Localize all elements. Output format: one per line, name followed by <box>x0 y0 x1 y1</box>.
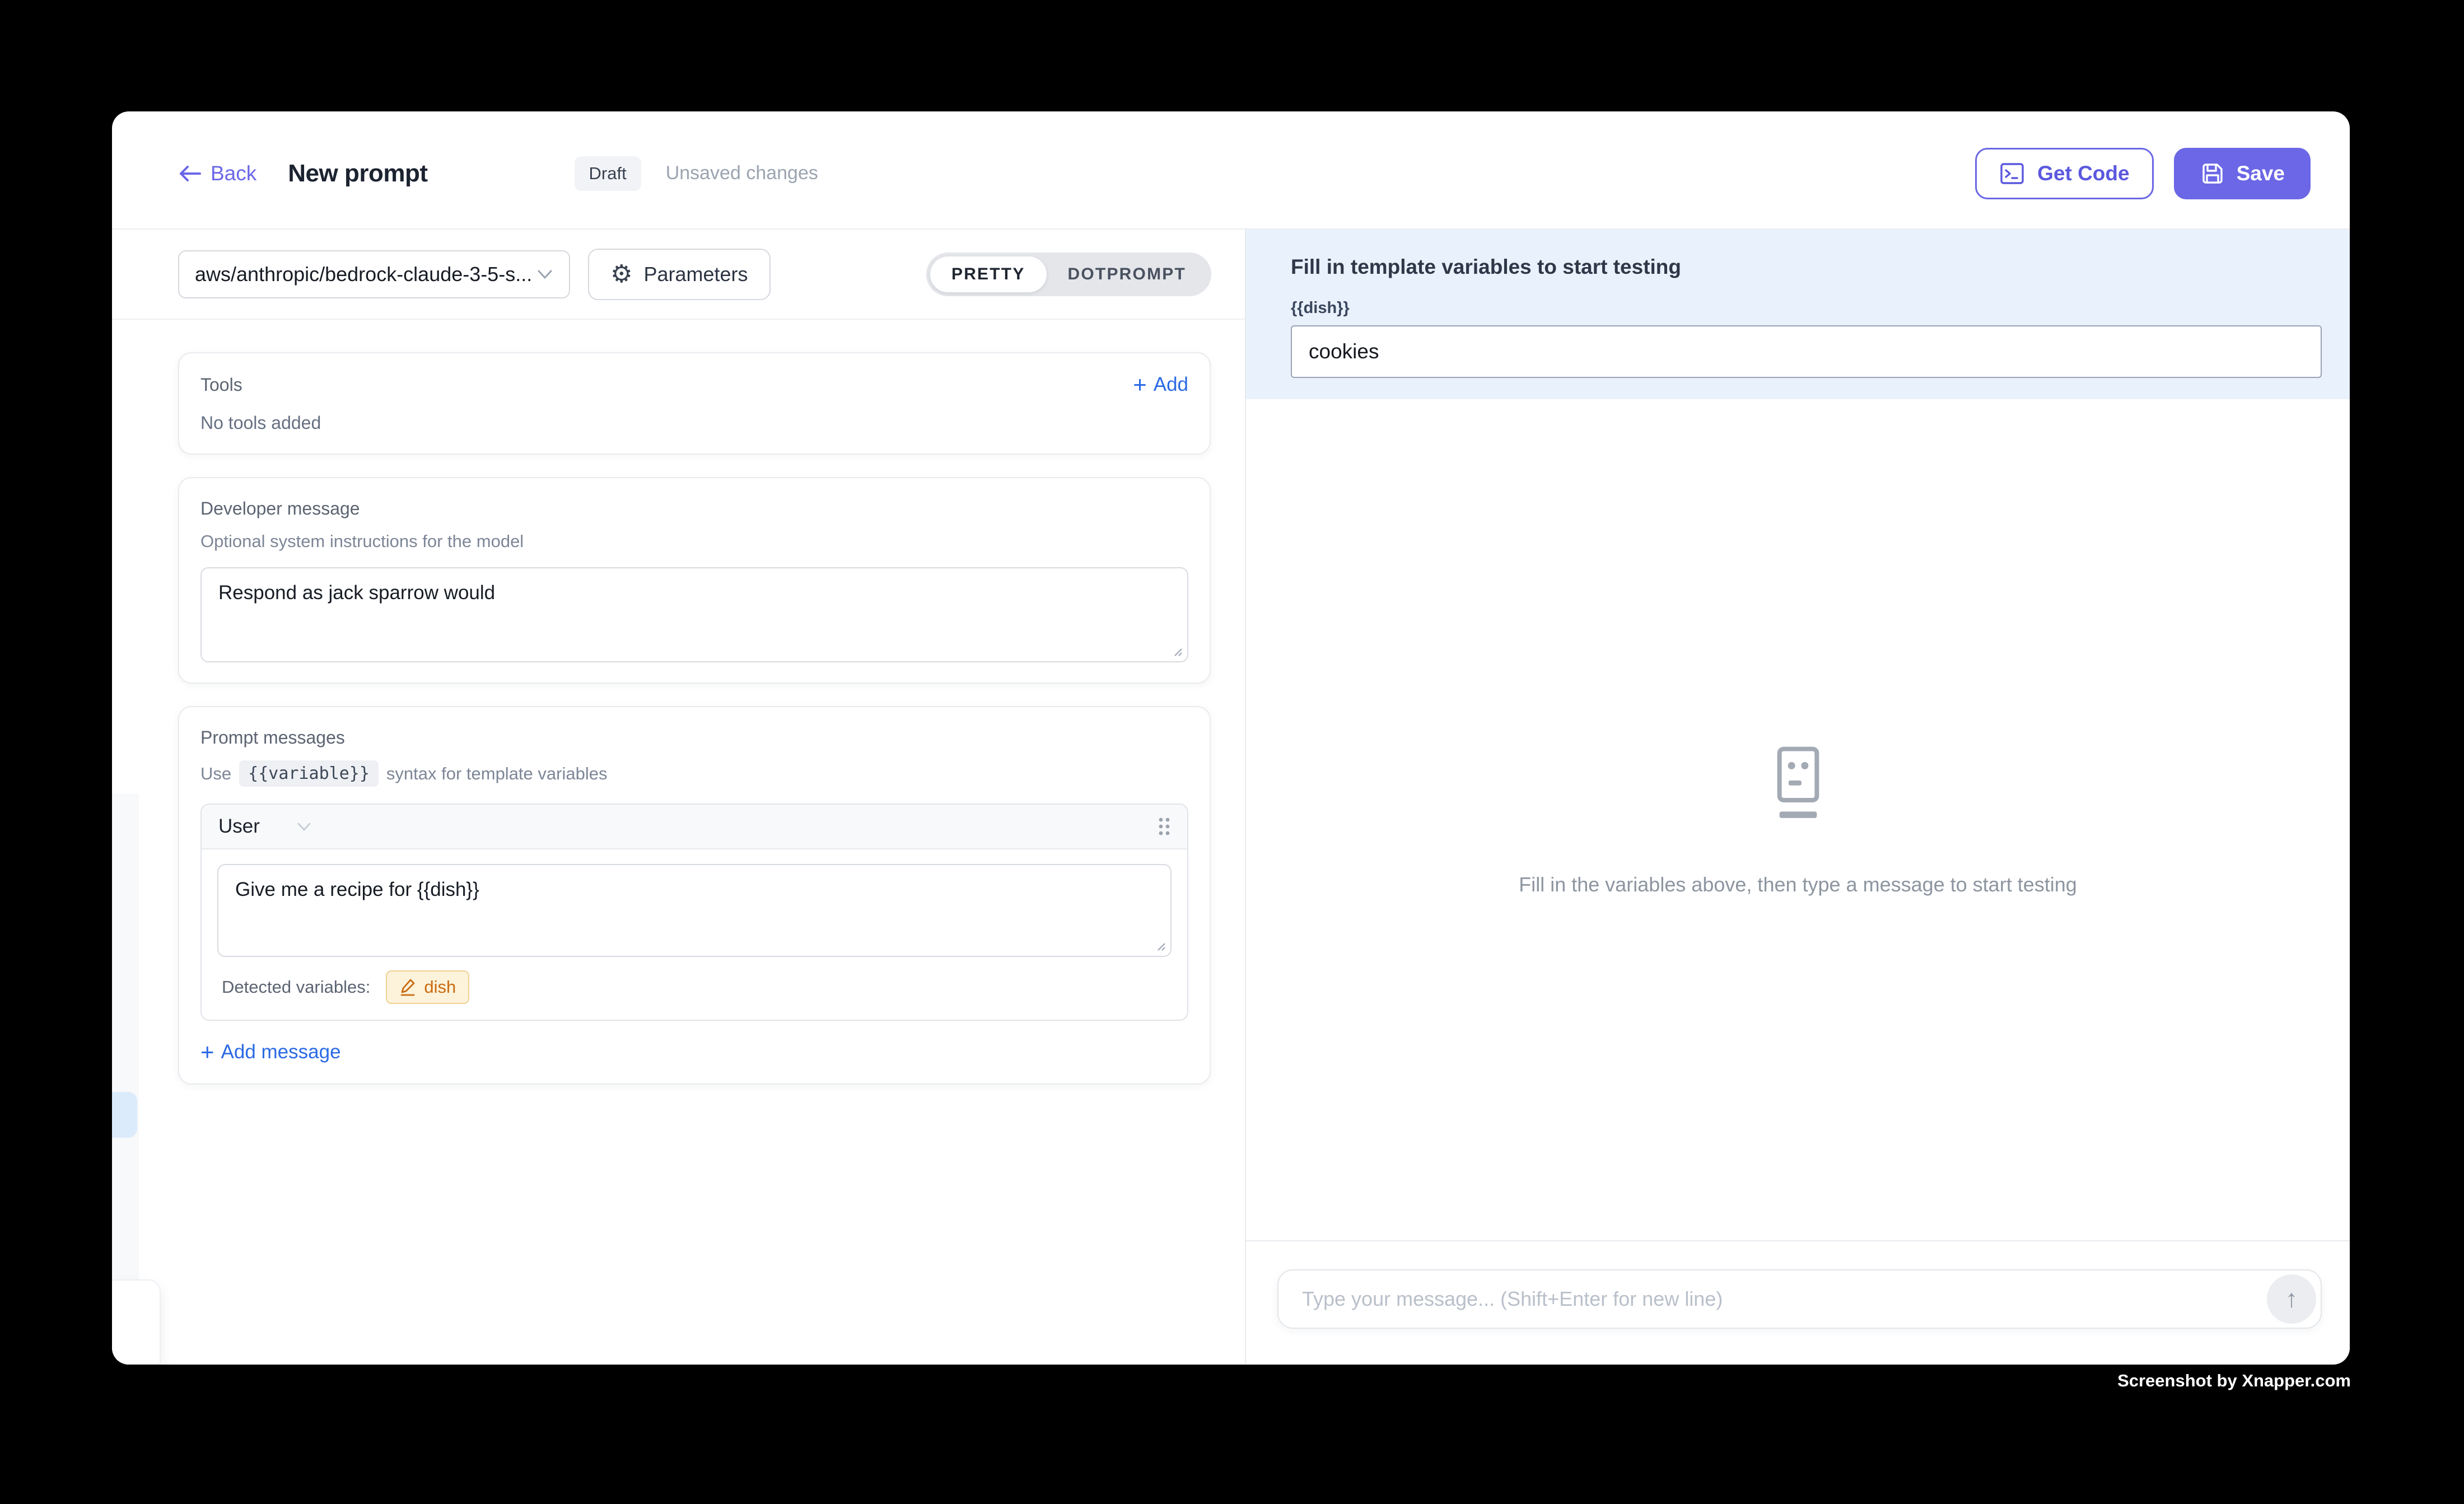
save-button[interactable]: Save <box>2174 148 2311 199</box>
editor-content: Tools + Add No tools added Developer mes… <box>112 320 1245 1363</box>
user-message-textarea[interactable] <box>217 864 1172 957</box>
save-label: Save <box>2237 162 2285 185</box>
subtitle-suffix: syntax for template variables <box>386 764 608 784</box>
chat-input-wrap: ↑ <box>1277 1269 2322 1329</box>
dish-variable-input[interactable] <box>1291 325 2322 378</box>
tools-title: Tools <box>200 375 242 395</box>
robot-face-icon <box>1765 743 1831 826</box>
prompt-messages-subtitle: Use {{variable}} syntax for template var… <box>200 760 1188 787</box>
header: Back New prompt Draft Unsaved changes Ge… <box>112 111 2350 230</box>
chat-empty-state: Fill in the variables above, then type a… <box>1246 399 2350 1240</box>
message-body: Detected variables: dish <box>202 849 1187 1020</box>
add-tool-label: Add <box>1154 373 1188 396</box>
gear-icon: ⚙ <box>610 262 632 287</box>
editor-toolbar: aws/anthropic/bedrock-claude-3-5-s... ⚙ … <box>112 230 1245 320</box>
chevron-down-icon <box>536 269 553 280</box>
drag-handle-icon[interactable] <box>1158 817 1170 836</box>
save-icon <box>2200 161 2225 186</box>
tools-card-header: Tools + Add <box>200 373 1188 396</box>
parameters-button[interactable]: ⚙ Parameters <box>588 249 771 300</box>
sidebar-active-item[interactable] <box>112 1092 137 1138</box>
tools-card: Tools + Add No tools added <box>178 352 1211 455</box>
model-selector-value: aws/anthropic/bedrock-claude-3-5-s... <box>195 263 536 286</box>
developer-message-card: Developer message Optional system instru… <box>178 477 1211 684</box>
add-message-button[interactable]: + Add message <box>200 1041 341 1063</box>
test-pane: Fill in template variables to start test… <box>1246 230 2350 1363</box>
sidebar-mini-card <box>112 1279 161 1365</box>
developer-message-subtitle: Optional system instructions for the mod… <box>200 531 1188 552</box>
developer-message-field-wrap <box>200 567 1188 662</box>
unsaved-changes-text: Unsaved changes <box>666 162 818 184</box>
variable-chip-label: dish <box>424 977 456 997</box>
watermark-text: Screenshot by Xnapper.com <box>2117 1371 2351 1391</box>
variable-chip-dish[interactable]: dish <box>386 970 469 1004</box>
add-message-label: Add message <box>221 1041 341 1063</box>
role-selector[interactable]: User <box>218 815 311 838</box>
back-arrow-icon <box>178 164 202 183</box>
view-mode-toggle: PRETTY DOTPROMPT <box>926 253 1211 296</box>
edit-pencil-icon <box>399 978 416 996</box>
toggle-pretty[interactable]: PRETTY <box>930 256 1047 292</box>
subtitle-prefix: Use <box>200 764 231 784</box>
role-selector-value: User <box>218 815 260 838</box>
template-variables-title: Fill in template variables to start test… <box>1291 255 2322 279</box>
get-code-button[interactable]: Get Code <box>1975 148 2153 199</box>
toggle-dotprompt[interactable]: DOTPROMPT <box>1047 256 1207 292</box>
prompt-editor-pane: aws/anthropic/bedrock-claude-3-5-s... ⚙ … <box>112 230 1246 1363</box>
app-window: Back New prompt Draft Unsaved changes Ge… <box>112 111 2350 1365</box>
chat-input-bar: ↑ <box>1246 1240 2350 1363</box>
tools-empty-text: No tools added <box>200 413 1188 433</box>
dish-variable-label: {{dish}} <box>1291 299 2322 317</box>
back-button[interactable]: Back <box>178 162 256 185</box>
developer-message-textarea[interactable] <box>200 567 1188 662</box>
message-field-wrap <box>217 864 1172 957</box>
chat-message-input[interactable] <box>1277 1269 2322 1329</box>
empty-state-text: Fill in the variables above, then type a… <box>1519 873 2077 896</box>
send-button[interactable]: ↑ <box>2267 1274 2316 1324</box>
message-header: User <box>202 805 1187 849</box>
parameters-label: Parameters <box>643 263 748 286</box>
model-selector[interactable]: aws/anthropic/bedrock-claude-3-5-s... <box>178 250 570 298</box>
collapsed-sidebar-strip <box>112 793 139 1365</box>
get-code-label: Get Code <box>2037 162 2129 185</box>
developer-message-title: Developer message <box>200 498 1188 519</box>
prompt-messages-card: Prompt messages Use {{variable}} syntax … <box>178 706 1211 1085</box>
chevron-down-icon <box>297 822 311 832</box>
back-label: Back <box>211 162 256 185</box>
detected-variables-label: Detected variables: <box>222 977 370 997</box>
status-badge: Draft <box>575 156 641 191</box>
message-block: User <box>200 804 1188 1021</box>
variable-syntax-chip: {{variable}} <box>239 760 379 787</box>
detected-variables-row: Detected variables: dish <box>217 970 1172 1004</box>
arrow-up-icon: ↑ <box>2285 1285 2298 1313</box>
template-variables-panel: Fill in template variables to start test… <box>1246 230 2350 399</box>
page-title: New prompt <box>288 160 427 188</box>
main-split: aws/anthropic/bedrock-claude-3-5-s... ⚙ … <box>112 230 2350 1363</box>
add-tool-button[interactable]: + Add <box>1133 373 1188 396</box>
terminal-icon <box>1999 161 2025 186</box>
prompt-messages-title: Prompt messages <box>200 727 1188 748</box>
